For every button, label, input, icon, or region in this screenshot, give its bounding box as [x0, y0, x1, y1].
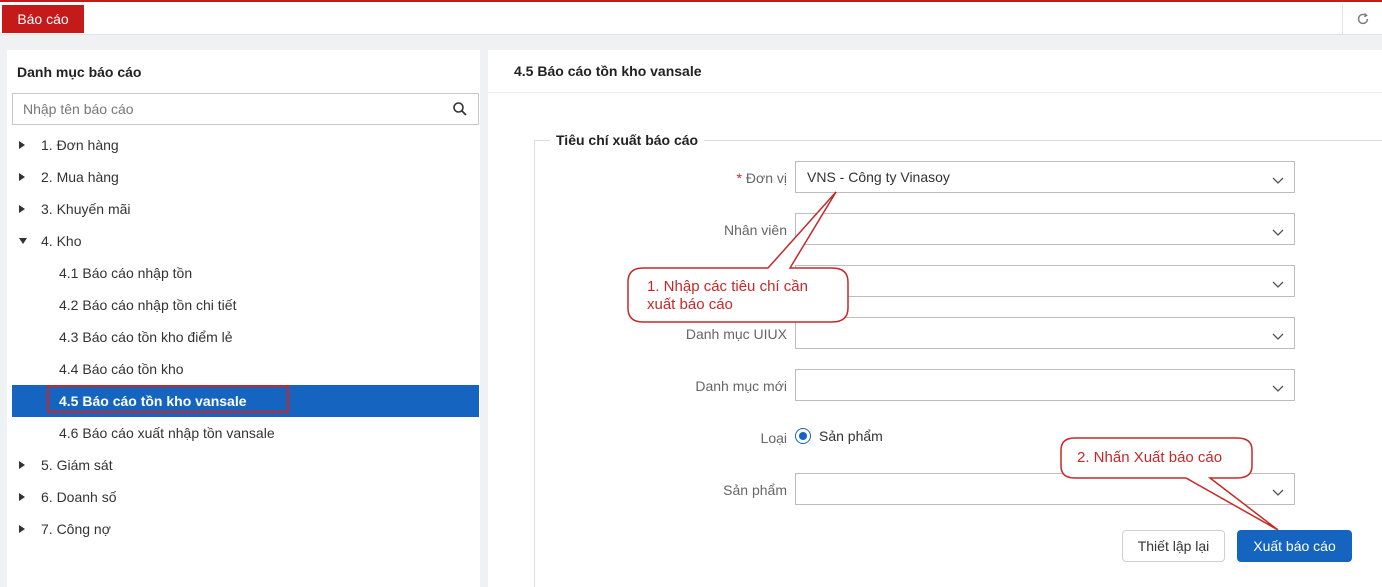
- caret-right-icon[interactable]: [19, 449, 29, 481]
- tree-item-label: 1. Đơn hàng: [41, 137, 119, 153]
- tree-item-label: 3. Khuyến mãi: [41, 201, 131, 217]
- caret-right-icon[interactable]: [19, 481, 29, 513]
- refresh-icon: [1357, 13, 1368, 25]
- tree-item-label: 5. Giám sát: [41, 457, 113, 473]
- nhan-vien-select[interactable]: [795, 213, 1295, 245]
- tree-item-doanh-so[interactable]: 6. Doanh số: [7, 481, 480, 513]
- tree-item-label: 2. Mua hàng: [41, 169, 119, 185]
- search-icon[interactable]: [452, 101, 468, 120]
- tree-item-label: 6. Doanh số: [41, 489, 117, 505]
- callout-1-line-1: 1. Nhập các tiêu chí cần: [647, 278, 808, 295]
- tree-item-4-1[interactable]: 4.1 Báo cáo nhập tồn: [7, 257, 480, 289]
- refresh-button[interactable]: [1342, 4, 1382, 34]
- tree-item-label: 4.3 Báo cáo tồn kho điểm lẻ: [59, 329, 233, 345]
- search-input[interactable]: [13, 94, 433, 124]
- tree-item-giam-sat[interactable]: 5. Giám sát: [7, 449, 480, 481]
- select-value: VNS - Công ty Vinasoy: [807, 169, 950, 185]
- caret-right-icon[interactable]: [19, 513, 29, 545]
- panel-title: Danh mục báo cáo: [17, 64, 142, 80]
- page-title: 4.5 Báo cáo tồn kho vansale: [514, 63, 702, 79]
- tree-item-don-hang[interactable]: 1. Đơn hàng: [7, 129, 480, 161]
- callout-2-text: 2. Nhấn Xuất báo cáo: [1077, 449, 1223, 466]
- field-label-nhan-vien: Nhân viên: [723, 222, 787, 238]
- type-radio-option[interactable]: Sản phẩm: [795, 428, 883, 444]
- tree-item-4-4[interactable]: 4.4 Báo cáo tồn kho: [7, 353, 480, 385]
- tree-item-khuyen-mai[interactable]: 3. Khuyến mãi: [7, 193, 480, 225]
- caret-right-icon[interactable]: [19, 161, 29, 193]
- radio-dot: [799, 432, 807, 440]
- chevron-down-icon: [1272, 380, 1284, 396]
- san-pham-select[interactable]: [795, 473, 1295, 505]
- caret-right-icon[interactable]: [19, 129, 29, 161]
- radio-label: Sản phẩm: [819, 428, 883, 444]
- don-vi-select[interactable]: VNS - Công ty Vinasoy: [795, 161, 1295, 193]
- caret-down-icon[interactable]: [19, 225, 29, 257]
- chevron-down-icon: [1272, 276, 1284, 292]
- report-category-panel: Danh mục báo cáo 1. Đơn hàng 2. Mua hàng…: [7, 50, 480, 587]
- callout-1-line-2: xuất báo cáo: [647, 296, 733, 313]
- report-tree: 1. Đơn hàng 2. Mua hàng 3. Khuyến mãi 4.…: [7, 129, 480, 545]
- field-label-san-pham: Sản phẩm: [723, 482, 787, 498]
- field-3-select[interactable]: [795, 265, 1295, 297]
- tree-item-cong-no[interactable]: 7. Công nợ: [7, 513, 480, 545]
- caret-right-icon[interactable]: [19, 193, 29, 225]
- tree-item-kho[interactable]: 4. Kho: [7, 225, 480, 257]
- export-report-button[interactable]: Xuất báo cáo: [1237, 530, 1352, 562]
- tab-bao-cao[interactable]: Báo cáo: [2, 5, 84, 33]
- danh-muc-uiux-select[interactable]: [795, 317, 1295, 349]
- chevron-down-icon: [1272, 328, 1284, 344]
- field-label-loai: Loại: [760, 430, 787, 446]
- tree-item-label: 4.1 Báo cáo nhập tồn: [59, 265, 193, 281]
- report-detail-panel: 4.5 Báo cáo tồn kho vansale Tiêu chí xuấ…: [488, 50, 1382, 587]
- tree-item-label: 4.4 Báo cáo tồn kho: [59, 361, 184, 377]
- field-label-don-vi: * Đơn vị: [736, 170, 787, 186]
- tree-item-4-3[interactable]: 4.3 Báo cáo tồn kho điểm lẻ: [7, 321, 480, 353]
- chevron-down-icon: [1272, 172, 1284, 188]
- tree-item-4-2[interactable]: 4.2 Báo cáo nhập tồn chi tiết: [7, 289, 480, 321]
- field-label-danh-muc-uiux: Danh mục UIUX: [685, 326, 787, 342]
- danh-muc-moi-select[interactable]: [795, 369, 1295, 401]
- tree-item-mua-hang[interactable]: 2. Mua hàng: [7, 161, 480, 193]
- required-mark: *: [736, 170, 742, 186]
- callout-1-text: 1. Nhập các tiêu chí cần xuất báo cáo: [647, 278, 808, 314]
- tree-item-label: 4.2 Báo cáo nhập tồn chi tiết: [59, 297, 237, 313]
- top-bar: Báo cáo: [0, 0, 1382, 35]
- criteria-legend: Tiêu chí xuất báo cáo: [550, 132, 705, 148]
- tree-item-label: 4. Kho: [41, 233, 82, 249]
- field-label-text: Đơn vị: [745, 170, 787, 186]
- chevron-down-icon: [1272, 224, 1284, 240]
- chevron-down-icon: [1272, 484, 1284, 500]
- tree-item-4-5-selected[interactable]: 4.5 Báo cáo tồn kho vansale: [12, 385, 479, 417]
- tree-item-4-6[interactable]: 4.6 Báo cáo xuất nhập tồn vansale: [7, 417, 480, 449]
- tree-item-label: 7. Công nợ: [41, 521, 111, 537]
- reset-button[interactable]: Thiết lập lại: [1122, 530, 1225, 562]
- tree-item-label: 4.5 Báo cáo tồn kho vansale: [59, 393, 247, 409]
- search-box: [12, 93, 479, 125]
- field-label-danh-muc-moi: Danh mục mới: [695, 378, 787, 394]
- radio-button[interactable]: [795, 428, 811, 444]
- divider: [488, 92, 1382, 93]
- criteria-fieldset: [534, 140, 1382, 587]
- tree-item-label: 4.6 Báo cáo xuất nhập tồn vansale: [59, 425, 275, 441]
